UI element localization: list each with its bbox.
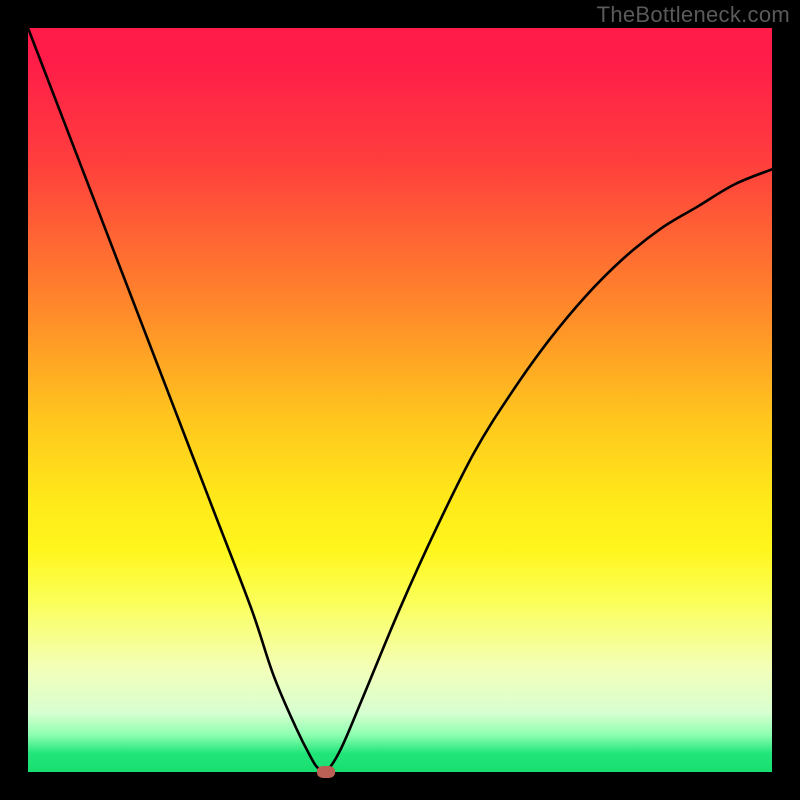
plot-area [28,28,772,772]
optimal-point-marker [317,766,335,778]
chart-frame: TheBottleneck.com [0,0,800,800]
bottleneck-curve [28,28,772,772]
watermark-text: TheBottleneck.com [597,2,790,28]
